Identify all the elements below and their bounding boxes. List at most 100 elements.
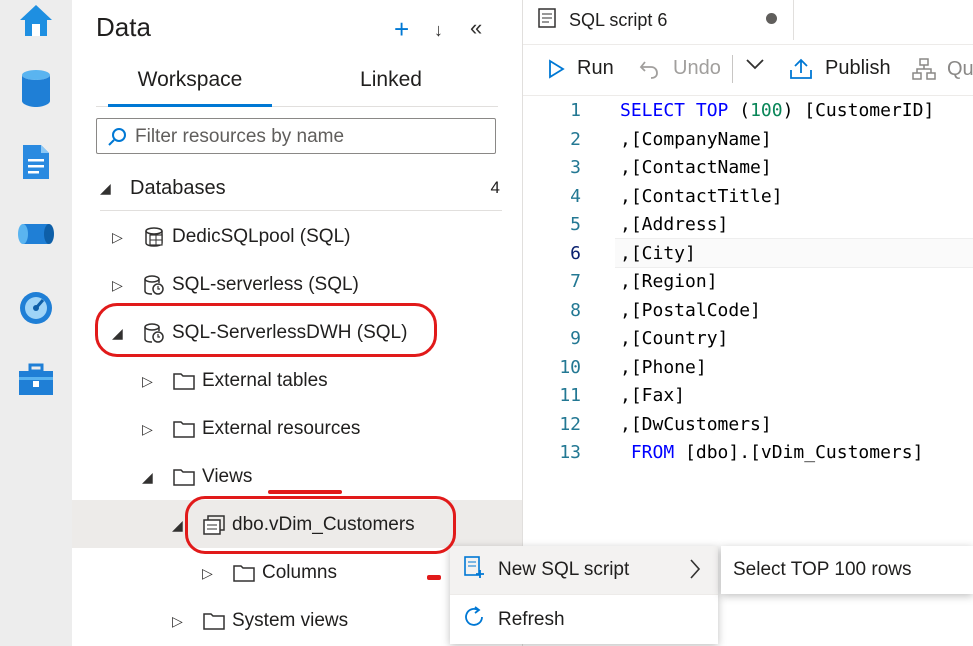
collapsed-caret-icon: ▷ — [112, 276, 123, 293]
annotation-stroke — [268, 490, 342, 494]
undo-button[interactable]: Undo — [639, 57, 721, 80]
line-number: 10 — [559, 357, 581, 378]
new-script-icon — [462, 555, 486, 585]
undo-label: Undo — [673, 57, 721, 79]
tab-title: SQL script 6 — [569, 9, 668, 30]
code-line: ,[City] — [620, 243, 696, 264]
menu-label: Refresh — [498, 609, 565, 630]
tree-item-dedicsqlpool[interactable]: ▷ DedicSQLpool (SQL) — [112, 215, 350, 259]
filter-placeholder: Filter resources by name — [135, 126, 345, 147]
develop-icon[interactable] — [16, 142, 56, 182]
line-number: 1 — [570, 100, 581, 121]
line-number: 8 — [570, 300, 581, 321]
collapse-all-icon[interactable]: ↓ — [434, 20, 443, 41]
line-number: 7 — [570, 271, 581, 292]
serverless-db-icon — [142, 274, 172, 296]
panel-tabs: Workspace Linked — [96, 62, 498, 107]
chevron-down-icon — [746, 59, 764, 70]
collapsed-caret-icon: ▷ — [112, 228, 123, 245]
code-text: [CustomerID] — [793, 100, 935, 121]
tree-item-sql-serverless[interactable]: ▷ SQL-serverless (SQL) — [112, 263, 359, 307]
line-number: 12 — [559, 414, 581, 435]
publish-button[interactable]: Publish — [789, 57, 891, 80]
code-line: ,[CompanyName] — [620, 129, 772, 150]
context-menu: New SQL script Refresh — [450, 546, 718, 644]
tree-label: SQL-serverless (SQL) — [172, 274, 359, 295]
run-label: Run — [577, 57, 614, 79]
code-line: ,[DwCustomers] — [620, 414, 772, 435]
monitor-icon[interactable] — [16, 288, 56, 328]
submenu-item-select-top[interactable]: Select TOP 100 rows — [733, 559, 912, 581]
databases-section[interactable]: ◢ Databases 4 — [100, 166, 502, 211]
integrate-icon[interactable] — [16, 214, 56, 254]
sql-pool-icon — [142, 226, 172, 248]
play-icon — [549, 58, 565, 79]
collapsed-caret-icon: ▷ — [172, 612, 183, 629]
tree-item-external-tables[interactable]: ▷ External tables — [142, 359, 328, 403]
tree-item-columns[interactable]: ▷ Columns — [202, 551, 337, 595]
tree-label: System views — [232, 610, 349, 631]
code-line: ,[Region] — [620, 271, 718, 292]
section-label: Databases — [130, 176, 226, 199]
run-button[interactable]: Run — [547, 57, 614, 80]
manage-icon[interactable] — [16, 360, 56, 400]
tree-label: Columns — [262, 562, 337, 583]
publish-icon — [790, 58, 812, 79]
annotation-circle-database — [95, 303, 437, 357]
tab-linked[interactable]: Linked — [326, 68, 456, 104]
tree-item-system-views[interactable]: ▷ System views — [172, 599, 348, 643]
submenu: Select TOP 100 rows — [721, 546, 973, 594]
code-line: ,[Country] — [620, 328, 729, 349]
annotation-circle-view — [185, 496, 456, 554]
keyword: SELECT TOP — [620, 100, 740, 121]
tab-workspace[interactable]: Workspace — [108, 68, 272, 107]
tree-item-external-resources[interactable]: ▷ External resources — [142, 407, 360, 451]
code-line: SELECT TOP (100) [CustomerID] — [620, 100, 935, 121]
line-number: 13 — [559, 442, 581, 463]
code-line: ,[ContactName] — [620, 157, 772, 178]
collapse-panel-icon[interactable]: « — [470, 15, 482, 41]
line-number: 2 — [570, 129, 581, 150]
number-literal: 100 — [750, 100, 783, 121]
search-icon — [108, 128, 126, 146]
collapsed-caret-icon: ▷ — [142, 420, 153, 437]
code-text: [dbo].[vDim_Customers] — [674, 442, 924, 463]
query-plan-icon — [912, 58, 936, 80]
code-line: ,[Address] — [620, 214, 729, 235]
line-number: 4 — [570, 186, 581, 207]
query-plan-button[interactable]: Qu — [911, 57, 973, 81]
code-line: ,[PostalCode] — [620, 300, 761, 321]
line-number: 3 — [570, 157, 581, 178]
line-number: 9 — [570, 328, 581, 349]
line-number: 6 — [570, 243, 581, 264]
collapsed-caret-icon: ▷ — [142, 372, 153, 389]
tab-sql-script-6[interactable]: SQL script 6 — [523, 0, 793, 42]
menu-item-new-sql-script[interactable]: New SQL script — [450, 546, 718, 594]
menu-item-refresh[interactable]: Refresh — [450, 596, 718, 644]
undo-icon — [639, 60, 658, 79]
add-icon[interactable]: + — [394, 14, 409, 45]
menu-label: New SQL script — [498, 559, 630, 580]
code-line: FROM [dbo].[vDim_Customers] — [620, 442, 924, 463]
folder-icon — [172, 467, 202, 487]
tree-label: DedicSQLpool (SQL) — [172, 226, 351, 247]
annotation-dash — [427, 575, 441, 580]
tree-label: External resources — [202, 418, 361, 439]
undo-dropdown[interactable] — [745, 57, 765, 71]
tree-item-views[interactable]: ◢ Views — [142, 455, 252, 499]
folder-icon — [202, 611, 232, 631]
filter-input[interactable]: Filter resources by name — [96, 118, 496, 154]
folder-icon — [172, 419, 202, 439]
refresh-icon — [462, 605, 486, 635]
keyword: FROM — [620, 442, 675, 463]
tab-divider — [793, 0, 794, 40]
home-icon[interactable] — [16, 0, 56, 40]
code-line: ,[ContactTitle] — [620, 186, 783, 207]
section-count: 4 — [490, 178, 500, 197]
chevron-right-icon — [688, 558, 702, 586]
collapsed-caret-icon: ▷ — [202, 564, 213, 581]
left-rail — [0, 0, 72, 646]
query-label: Qu — [947, 57, 973, 80]
data-icon[interactable] — [16, 68, 56, 108]
code-line: ,[Fax] — [620, 385, 686, 406]
